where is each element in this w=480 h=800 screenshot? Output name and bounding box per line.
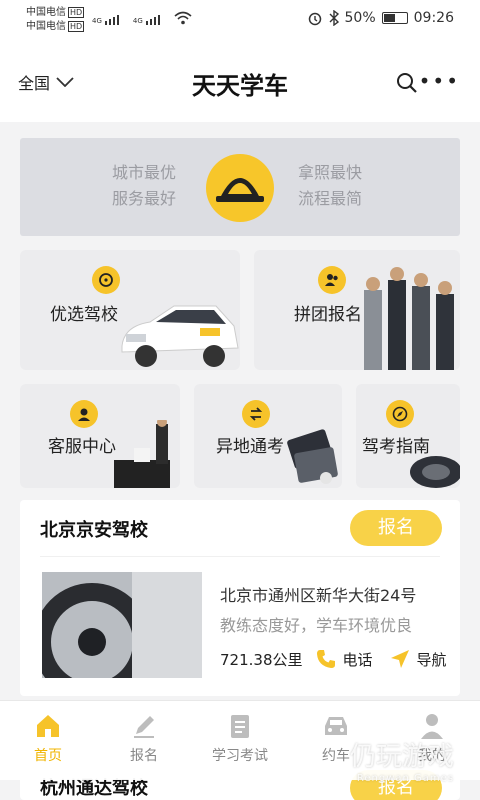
school-description: 教练态度好，学车环境优良 bbox=[220, 616, 413, 635]
call-label: 电话 bbox=[342, 650, 373, 669]
hd-badge: HD bbox=[68, 21, 85, 32]
call-button[interactable]: 电话 bbox=[315, 648, 373, 670]
clipboard-icon bbox=[231, 715, 249, 738]
nav-label: 首页 bbox=[34, 748, 62, 764]
carrier-2: 中国电信 bbox=[26, 21, 66, 32]
navigate-label: 导航 bbox=[416, 650, 447, 669]
navigation-icon bbox=[390, 650, 409, 668]
signal-icon: 4G bbox=[92, 15, 119, 25]
battery-percent: 50% bbox=[344, 10, 376, 26]
swap-icon bbox=[242, 400, 270, 428]
pen-icon bbox=[134, 716, 154, 738]
status-bar: 中国电信 HD 中国电信 HD 4G 4G 50% 09:26 bbox=[0, 0, 480, 40]
tile-remote-exam[interactable]: 异地通考 bbox=[194, 384, 342, 488]
steering-wheel-icon bbox=[92, 266, 120, 294]
navigate-button[interactable]: 导航 bbox=[389, 648, 447, 670]
tile-customer-service[interactable]: 客服中心 bbox=[20, 384, 180, 488]
tile-label: 拼团报名 bbox=[294, 305, 362, 325]
app-logo bbox=[206, 154, 274, 222]
school-meta: 721.38公里 电话 导航 bbox=[220, 648, 447, 670]
school-photo bbox=[42, 572, 202, 678]
tile-group-signup[interactable]: 拼团报名 bbox=[254, 250, 460, 370]
team-photo bbox=[364, 267, 454, 370]
compass-icon bbox=[386, 400, 414, 428]
tile-exam-guide[interactable]: 驾考指南 bbox=[356, 384, 460, 488]
car-image bbox=[121, 305, 239, 367]
tile-label: 驾考指南 bbox=[362, 437, 430, 457]
alarm-icon bbox=[308, 12, 321, 26]
bluetooth-icon bbox=[329, 10, 339, 26]
battery-icon bbox=[381, 12, 408, 24]
home-icon bbox=[37, 715, 59, 737]
search-icon[interactable] bbox=[396, 72, 418, 94]
banner-right-text: 拿照最快 流程最简 bbox=[298, 163, 363, 208]
carrier-info: 中国电信 HD 中国电信 HD bbox=[26, 6, 85, 34]
group-icon bbox=[318, 266, 346, 294]
carrier-1: 中国电信 bbox=[26, 7, 66, 18]
cards-image bbox=[287, 429, 338, 484]
app-header: 全国 天天学车 ••• bbox=[0, 40, 480, 122]
signal-icon: 4G bbox=[133, 15, 160, 25]
hd-badge: HD bbox=[68, 7, 85, 18]
wifi-icon bbox=[174, 11, 192, 25]
school-card[interactable]: 北京京安驾校 报名 北京市通州区新华大街24号 教练态度好，学车环境优良 721… bbox=[20, 500, 460, 696]
tile-label: 异地通考 bbox=[216, 437, 284, 457]
nav-signup[interactable]: 报名 bbox=[96, 711, 192, 765]
banner-left-text: 城市最优 服务最好 bbox=[112, 163, 177, 208]
promo-banner[interactable]: 城市最优 服务最好 拿照最快 流程最简 bbox=[20, 138, 460, 236]
car-icon bbox=[325, 717, 347, 735]
distance: 721.38公里 bbox=[220, 650, 303, 669]
nav-study[interactable]: 学习考试 bbox=[192, 711, 288, 765]
divider bbox=[40, 556, 440, 557]
more-icon[interactable]: ••• bbox=[419, 71, 460, 91]
tile-preferred-school[interactable]: 优选驾校 bbox=[20, 250, 240, 370]
school-name: 北京京安驾校 bbox=[40, 520, 148, 541]
nav-label: 报名 bbox=[130, 748, 158, 764]
signal-group: 4G 4G bbox=[92, 11, 192, 25]
clock: 09:26 bbox=[413, 10, 454, 26]
school-address: 北京市通州区新华大街24号 bbox=[220, 586, 417, 605]
tile-label: 优选驾校 bbox=[50, 305, 118, 325]
nav-home[interactable]: 首页 bbox=[0, 711, 96, 765]
nav-label: 学习考试 bbox=[212, 748, 268, 764]
watermark: 仍玩游戏 Rengwan Games bbox=[349, 742, 454, 784]
headset-icon bbox=[70, 400, 98, 428]
phone-icon bbox=[316, 650, 335, 668]
service-desk-image bbox=[114, 420, 170, 488]
tile-label: 客服中心 bbox=[48, 437, 116, 457]
signup-button[interactable]: 报名 bbox=[350, 510, 442, 546]
status-right: 50% 09:26 bbox=[307, 10, 454, 26]
